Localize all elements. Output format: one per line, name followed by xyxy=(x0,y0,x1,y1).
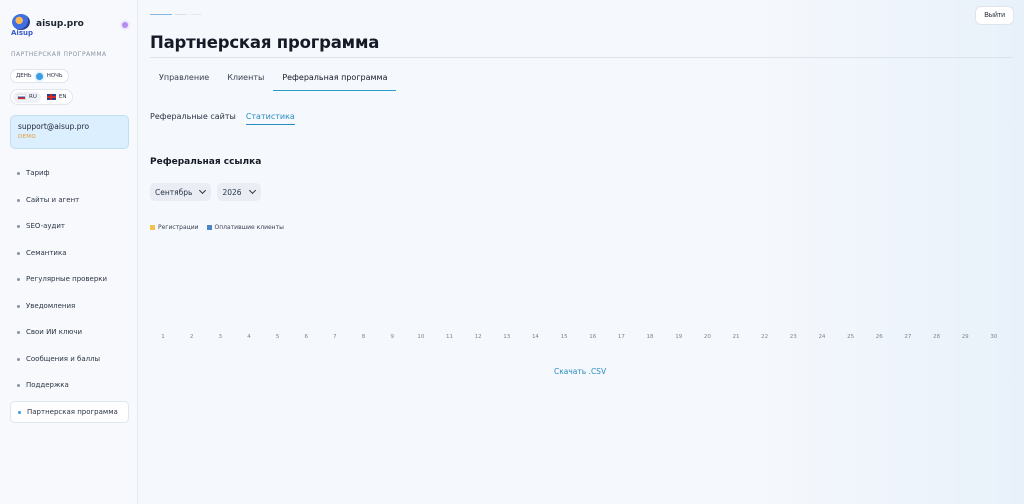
year-value: 2026 xyxy=(222,187,242,197)
aisup-logo-icon: Aisup xyxy=(11,14,33,38)
main-content: Выйти Партнерская программа Управление К… xyxy=(139,0,1024,504)
x-tick-label: 17 xyxy=(618,334,625,340)
x-tick-label: 15 xyxy=(561,334,568,340)
brand-name: aisup.pro xyxy=(36,19,84,29)
status-dot-icon xyxy=(122,22,128,28)
x-tick-label: 27 xyxy=(904,334,911,340)
lang-ru-button[interactable]: RU xyxy=(13,91,41,103)
sidebar-item-support[interactable]: Поддержка xyxy=(10,372,129,399)
sidebar: Aisup aisup.pro ПАРТНЕРСКАЯ ПРОГРАММА ДЕ… xyxy=(0,0,138,504)
divider xyxy=(150,57,1013,58)
x-tick-label: 13 xyxy=(503,334,510,340)
x-tick-label: 29 xyxy=(962,334,969,340)
sidebar-item-semantics[interactable]: Семантика xyxy=(10,240,129,267)
referral-chart: 1 2 3 4 5 6 7 8 9 10 11 12 13 14 15 16 17 18 19 20 21 22 23 24 2… xyxy=(161,334,998,340)
x-tick-label: 25 xyxy=(847,334,854,340)
x-tick-label: 21 xyxy=(733,334,740,340)
x-tick-label: 11 xyxy=(446,334,453,340)
tabs: Управление Клиенты Реферальная программа xyxy=(150,69,397,91)
lang-ru-label: RU xyxy=(29,94,37,100)
logo-text: Aisup xyxy=(11,29,33,37)
sidebar-item-sites-agent[interactable]: Сайты и агент xyxy=(10,187,129,214)
x-tick-label: 3 xyxy=(219,334,223,340)
month-value: Сентябрь xyxy=(155,187,193,197)
sidebar-item-notifications[interactable]: Уведомления xyxy=(10,293,129,320)
x-tick-label: 23 xyxy=(790,334,797,340)
x-tick-label: 24 xyxy=(818,334,825,340)
year-select[interactable]: 2026 xyxy=(217,183,261,201)
brand[interactable]: Aisup aisup.pro xyxy=(11,14,84,38)
account-card[interactable]: support@aisup.pro DEMO xyxy=(10,115,129,149)
sidebar-caption: ПАРТНЕРСКАЯ ПРОГРАММА xyxy=(11,51,107,58)
theme-toggle[interactable]: ДЕНЬ НОЧЬ xyxy=(10,69,69,83)
flag-en-icon xyxy=(46,94,56,100)
x-tick-label: 7 xyxy=(333,334,337,340)
x-tick-label: 26 xyxy=(876,334,883,340)
subtab-referral-sites[interactable]: Реферальные сайты xyxy=(150,112,236,125)
sidebar-item-partner-program[interactable]: Партнерская программа xyxy=(10,400,129,423)
x-tick-label: 16 xyxy=(589,334,596,340)
x-tick-label: 10 xyxy=(417,334,424,340)
theme-day-label: ДЕНЬ xyxy=(16,73,32,79)
account-badge: DEMO xyxy=(18,134,36,140)
lang-en-label: EN xyxy=(58,94,67,100)
download-csv-link[interactable]: Скачать .CSV xyxy=(554,367,606,376)
x-tick-label: 28 xyxy=(933,334,940,340)
x-tick-label: 20 xyxy=(704,334,711,340)
x-tick-label: 22 xyxy=(761,334,768,340)
subtab-statistics[interactable]: Статистика xyxy=(245,112,295,125)
chevron-down-icon xyxy=(248,186,256,195)
x-tick-label: 2 xyxy=(190,334,194,340)
chart-legend: Регистрации Оплатившие клиенты xyxy=(150,224,284,231)
tab-management[interactable]: Управление xyxy=(150,69,218,91)
x-tick-label: 6 xyxy=(305,334,309,340)
account-email: support@aisup.pro xyxy=(18,122,90,131)
x-tick-label: 1 xyxy=(161,334,165,340)
x-tick-label: 30 xyxy=(990,334,997,340)
legend-item-paid-clients: Оплатившие клиенты xyxy=(206,224,284,231)
sidebar-nav: Тариф Сайты и агент SEO-аудит Семантика … xyxy=(10,160,129,423)
lang-en-button[interactable]: EN xyxy=(43,92,71,103)
month-select[interactable]: Сентябрь xyxy=(150,183,212,201)
x-tick-label: 14 xyxy=(532,334,539,340)
logout-button[interactable]: Выйти xyxy=(975,6,1014,25)
sidebar-item-ai-keys[interactable]: Свои ИИ ключи xyxy=(10,319,129,346)
top-decoration xyxy=(150,14,202,15)
x-tick-label: 9 xyxy=(390,334,394,340)
sidebar-item-seo-audit[interactable]: SEO-аудит xyxy=(10,213,129,240)
legend-label-registrations: Регистрации xyxy=(158,224,199,231)
theme-night-label: НОЧЬ xyxy=(46,73,63,79)
legend-swatch-registrations xyxy=(150,225,155,230)
x-tick-label: 4 xyxy=(247,334,251,340)
section-title: Реферальная ссылка xyxy=(150,157,262,167)
x-tick-label: 18 xyxy=(647,334,654,340)
flag-ru-icon xyxy=(17,94,26,100)
sidebar-item-messages-points[interactable]: Сообщения и баллы xyxy=(10,346,129,373)
x-tick-label: 5 xyxy=(276,334,280,340)
language-switch: RU EN xyxy=(10,89,74,105)
sidebar-item-tariff[interactable]: Тариф xyxy=(10,160,129,187)
tab-clients[interactable]: Клиенты xyxy=(218,69,273,91)
tab-referral-program[interactable]: Реферальная программа xyxy=(273,69,397,91)
legend-swatch-paid-clients xyxy=(206,225,212,230)
sidebar-item-regular-checks[interactable]: Регулярные проверки xyxy=(10,266,129,293)
legend-item-registrations: Регистрации xyxy=(150,224,199,231)
subtabs: Реферальные сайты Статистика xyxy=(150,112,295,125)
filters: Сентябрь 2026 xyxy=(150,183,261,201)
legend-label-paid-clients: Оплатившие клиенты xyxy=(214,224,284,231)
chevron-down-icon xyxy=(199,186,207,195)
page-title: Партнерская программа xyxy=(150,33,380,52)
toggle-knob-icon xyxy=(35,72,43,80)
x-tick-label: 19 xyxy=(675,334,682,340)
x-tick-label: 8 xyxy=(362,334,366,340)
x-tick-label: 12 xyxy=(475,334,482,340)
